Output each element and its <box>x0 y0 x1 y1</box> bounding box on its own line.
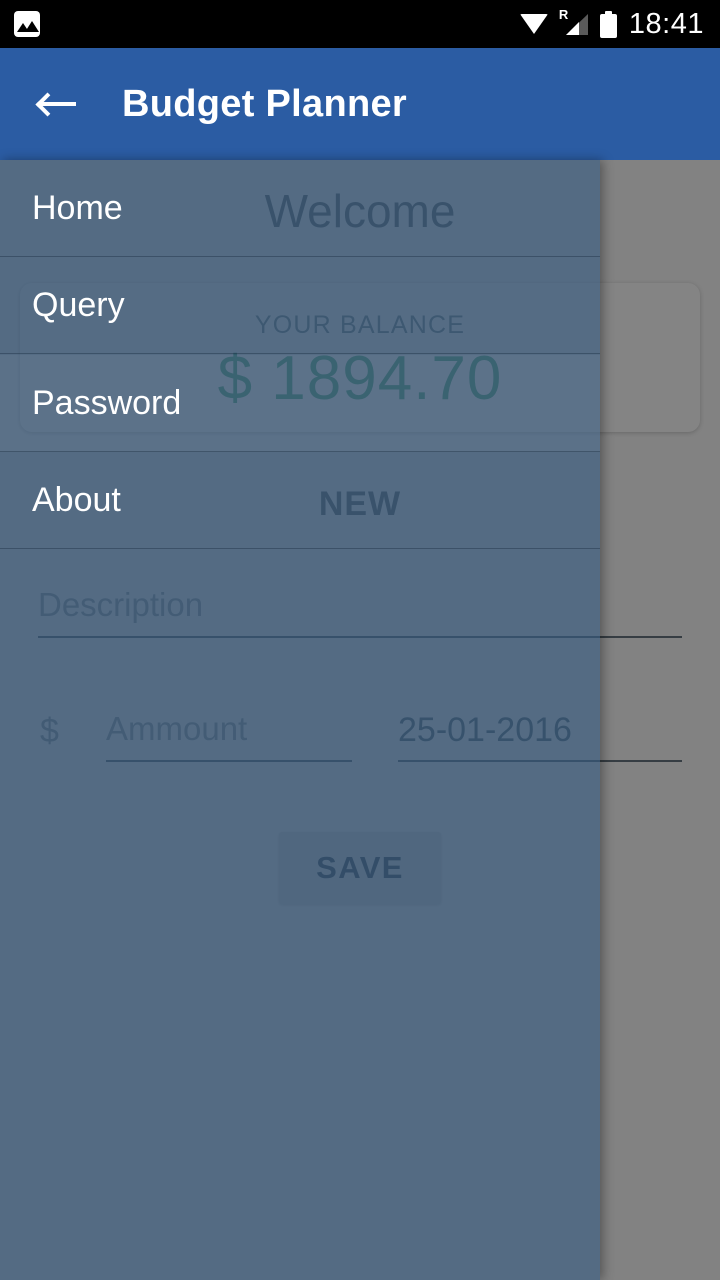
sidebar-item-home[interactable]: Home <box>0 160 600 257</box>
status-bar: R 18:41 <box>0 0 720 48</box>
signal-bars-icon: R <box>559 8 588 37</box>
photo-icon <box>14 11 40 37</box>
back-arrow-icon <box>35 91 78 117</box>
status-clock: 18:41 <box>628 7 704 40</box>
page-title: Budget Planner <box>122 82 408 125</box>
notification-area <box>0 11 520 37</box>
sidebar-item-query[interactable]: Query <box>0 257 600 354</box>
sidebar-item-about[interactable]: About <box>0 452 600 549</box>
back-button[interactable] <box>22 68 94 140</box>
sidebar-item-label: Query <box>32 285 125 324</box>
phone-screen: R 18:41 Budget Planner Welcome YOUR BALA… <box>0 0 720 1280</box>
sidebar-item-password[interactable]: Password <box>0 355 600 452</box>
wifi-icon <box>519 14 548 34</box>
navigation-drawer: Home Query Password About <box>0 160 600 1280</box>
sidebar-item-label: Home <box>32 188 123 227</box>
sidebar-item-label: About <box>32 480 121 519</box>
sidebar-item-label: Password <box>32 383 182 422</box>
battery-full-icon <box>599 10 617 38</box>
system-status-area: R 18:41 <box>519 7 720 41</box>
signal-fg <box>565 22 579 35</box>
app-bar: Budget Planner <box>0 48 720 160</box>
